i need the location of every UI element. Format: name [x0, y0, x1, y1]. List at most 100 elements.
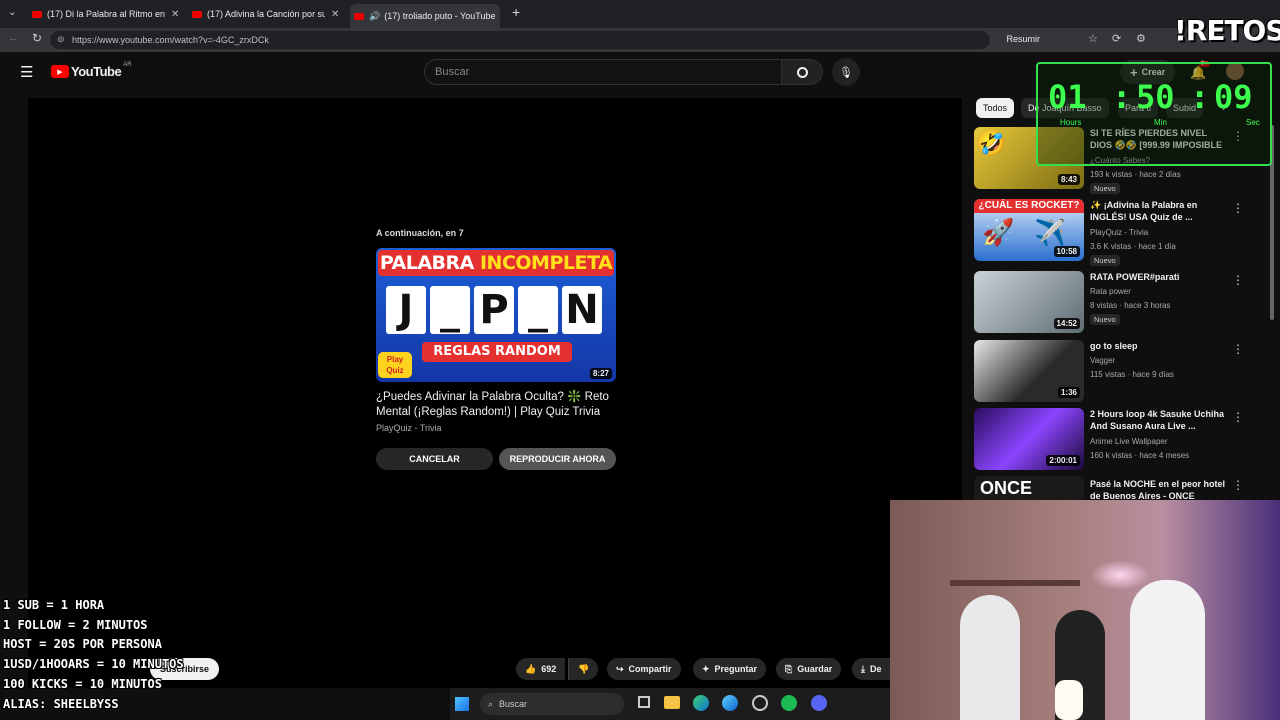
sidebar-video[interactable]: ONCE Pasé la NOCHE en el peor hotel de B… [974, 476, 1264, 500]
sidebar-video[interactable]: 2:00:01 2 Hours loop 4k Sasuke Uchiha An… [974, 408, 1264, 470]
timer-minutes-label: Min [1154, 118, 1167, 127]
more-options-icon[interactable]: ⋮ [1232, 273, 1244, 287]
discord-icon[interactable] [811, 695, 827, 711]
search-icon: ⌕ [488, 698, 494, 709]
search-button[interactable] [781, 59, 823, 85]
browser-tab-bar: ⌄ (17) Di la Palabra al Ritmo en Espa ✕ … [0, 0, 1280, 28]
microphone-icon: 🎙 [839, 66, 853, 79]
browser-icon[interactable] [722, 695, 738, 711]
thumb-banner: PALABRA INCOMPLETA [378, 250, 614, 276]
more-options-icon[interactable]: ⋮ [1232, 478, 1244, 492]
more-options-icon[interactable]: ⋮ [1232, 410, 1244, 424]
up-next-title[interactable]: ¿Puedes Adivinar la Palabra Oculta? ❇️ R… [376, 390, 616, 420]
edge-icon[interactable] [693, 695, 709, 711]
tab-list-icon[interactable]: ⌄ [8, 7, 16, 18]
video-channel[interactable]: Anime Live Wallpaper [1090, 437, 1168, 446]
speaker-icon[interactable]: 🔊 [369, 11, 380, 22]
browser-tab-3-active[interactable]: 🔊 (17) troliado puto - YouTube [350, 4, 500, 28]
share-label: Compartir [628, 664, 672, 674]
settings-icon[interactable]: ⚙ [1136, 32, 1146, 45]
up-next-channel[interactable]: PlayQuiz - Trivia [376, 423, 616, 433]
sidebar-video[interactable]: ¿CUÁL ES ROCKET? 🚀 ✈️ 10:58 ✨ ¡Adivina l… [974, 199, 1264, 266]
more-options-icon[interactable]: ⋮ [1232, 342, 1244, 356]
video-title[interactable]: 2 Hours loop 4k Sasuke Uchiha And Susano… [1090, 408, 1230, 432]
dislike-button[interactable]: 👎 [568, 658, 599, 680]
thumb-letter: N [562, 286, 602, 334]
up-next-card: A continuación, en 7 PALABRA INCOMPLETA … [376, 228, 616, 433]
voice-search-button[interactable]: 🎙 [832, 58, 860, 86]
up-next-countdown: A continuación, en 7 [376, 228, 464, 238]
close-tab-icon[interactable]: ✕ [171, 9, 179, 20]
browser-tab-2[interactable]: (17) Adivina la Canción por su INT ✕ [192, 4, 340, 24]
ask-label: Preguntar [714, 664, 758, 674]
search-input[interactable]: Buscar [424, 59, 782, 85]
webcam-feed [890, 500, 1280, 720]
rule-line: 1 SUB = 1 HORA [3, 598, 105, 612]
summarize-button[interactable]: Resumir [1006, 34, 1040, 44]
more-options-icon[interactable]: ⋮ [1232, 201, 1244, 215]
file-explorer-icon[interactable] [664, 696, 680, 709]
task-view-icon[interactable] [638, 696, 650, 708]
taskbar-search-label: Buscar [499, 699, 528, 709]
sidebar-video[interactable]: 14:52 RATA POWER#parati Rata power 8 vis… [974, 271, 1264, 333]
video-thumbnail[interactable]: ¿CUÁL ES ROCKET? 🚀 ✈️ 10:58 [974, 199, 1084, 261]
thumb-letter: J [386, 286, 426, 334]
video-title[interactable]: ✨ ¡Adivina la Palabra en INGLÉS! USA Qui… [1090, 199, 1230, 223]
timer-separator: : [1112, 78, 1132, 116]
cancel-button[interactable]: CANCELAR [376, 448, 493, 470]
thumb-banner-text-yellow: INCOMPLETA [479, 252, 613, 274]
video-title[interactable]: go to sleep [1090, 340, 1230, 352]
play-quiz-logo: Play Quiz [378, 352, 412, 378]
up-next-thumbnail[interactable]: PALABRA INCOMPLETA J _ P _ N REGLAS RAND… [376, 248, 616, 382]
play-now-button[interactable]: REPRODUCIR AHORA [499, 448, 616, 470]
video-thumbnail[interactable]: ONCE [974, 476, 1084, 500]
chip-all[interactable]: Todos [976, 98, 1015, 118]
region-code: AR [123, 61, 132, 68]
rocket-icon: 🚀 [982, 217, 1015, 247]
save-button[interactable]: ⎘ Guardar [776, 658, 842, 680]
laughing-emoji-icon: 🤣 [976, 130, 1006, 157]
duration-badge: 14:52 [1053, 318, 1080, 329]
reload-icon[interactable]: ↻ [32, 31, 42, 45]
thumb-caption: ¿CUÁL ES ROCKET? [974, 199, 1084, 213]
youtube-logo[interactable]: ▶ YouTube AR [51, 61, 132, 79]
back-icon[interactable]: ← [8, 32, 19, 44]
url-field[interactable]: ⊜ https://www.youtube.com/watch?v=-4GC_z… [50, 31, 1040, 49]
sidebar-video[interactable]: 1:36 go to sleep Vagger 115 vistas · hac… [974, 340, 1264, 402]
spotify-icon[interactable] [781, 695, 797, 711]
youtube-wordmark: YouTube [71, 64, 122, 79]
thumb-letter: P [474, 286, 514, 334]
bookmark-star-icon[interactable]: ☆ [1088, 32, 1098, 45]
new-tab-button[interactable]: + [512, 4, 520, 20]
taskbar-search[interactable]: ⌕ Buscar [480, 693, 624, 715]
download-button[interactable]: ⤓ De [852, 658, 890, 680]
ask-button[interactable]: ✦ Preguntar [693, 658, 767, 680]
thumbs-down-icon: 👎 [578, 663, 590, 674]
save-label: Guardar [797, 664, 833, 674]
site-info-icon[interactable]: ⊜ [57, 34, 65, 45]
new-badge: Nuevo [1090, 255, 1120, 266]
windows-start-icon[interactable] [455, 697, 469, 711]
rule-line: ALIAS: SHEELBYSS [3, 696, 119, 711]
close-tab-icon[interactable]: ✕ [331, 9, 339, 20]
video-title[interactable]: Pasé la NOCHE en el peor hotel de Buenos… [1090, 478, 1230, 500]
video-channel[interactable]: Rata power [1090, 287, 1131, 296]
extensions-icon[interactable]: ⟳ [1112, 32, 1121, 45]
like-button[interactable]: 👍 692 [516, 658, 566, 680]
menu-icon[interactable]: ☰ [20, 63, 33, 81]
video-thumbnail[interactable]: 1:36 [974, 340, 1084, 402]
rule-line: HOST = 20S POR PERSONA [3, 637, 162, 652]
search-icon [796, 66, 808, 78]
share-button[interactable]: ↪ Compartir [607, 658, 681, 680]
app-icon[interactable] [752, 695, 768, 711]
video-channel[interactable]: Vagger [1090, 356, 1115, 365]
new-badge: Nuevo [1090, 183, 1120, 194]
webcam-person [1130, 580, 1205, 720]
video-title[interactable]: RATA POWER#parati [1090, 271, 1230, 283]
video-thumbnail[interactable]: 14:52 [974, 271, 1084, 333]
browser-tab-1[interactable]: (17) Di la Palabra al Ritmo en Espa ✕ [32, 4, 180, 24]
stream-timer-overlay: 01 : 50 : 09 Hours Min Sec [1036, 62, 1272, 166]
timer-seconds: 09 [1214, 78, 1253, 116]
video-channel[interactable]: PlayQuiz - Trivia [1090, 228, 1148, 237]
video-thumbnail[interactable]: 2:00:01 [974, 408, 1084, 470]
